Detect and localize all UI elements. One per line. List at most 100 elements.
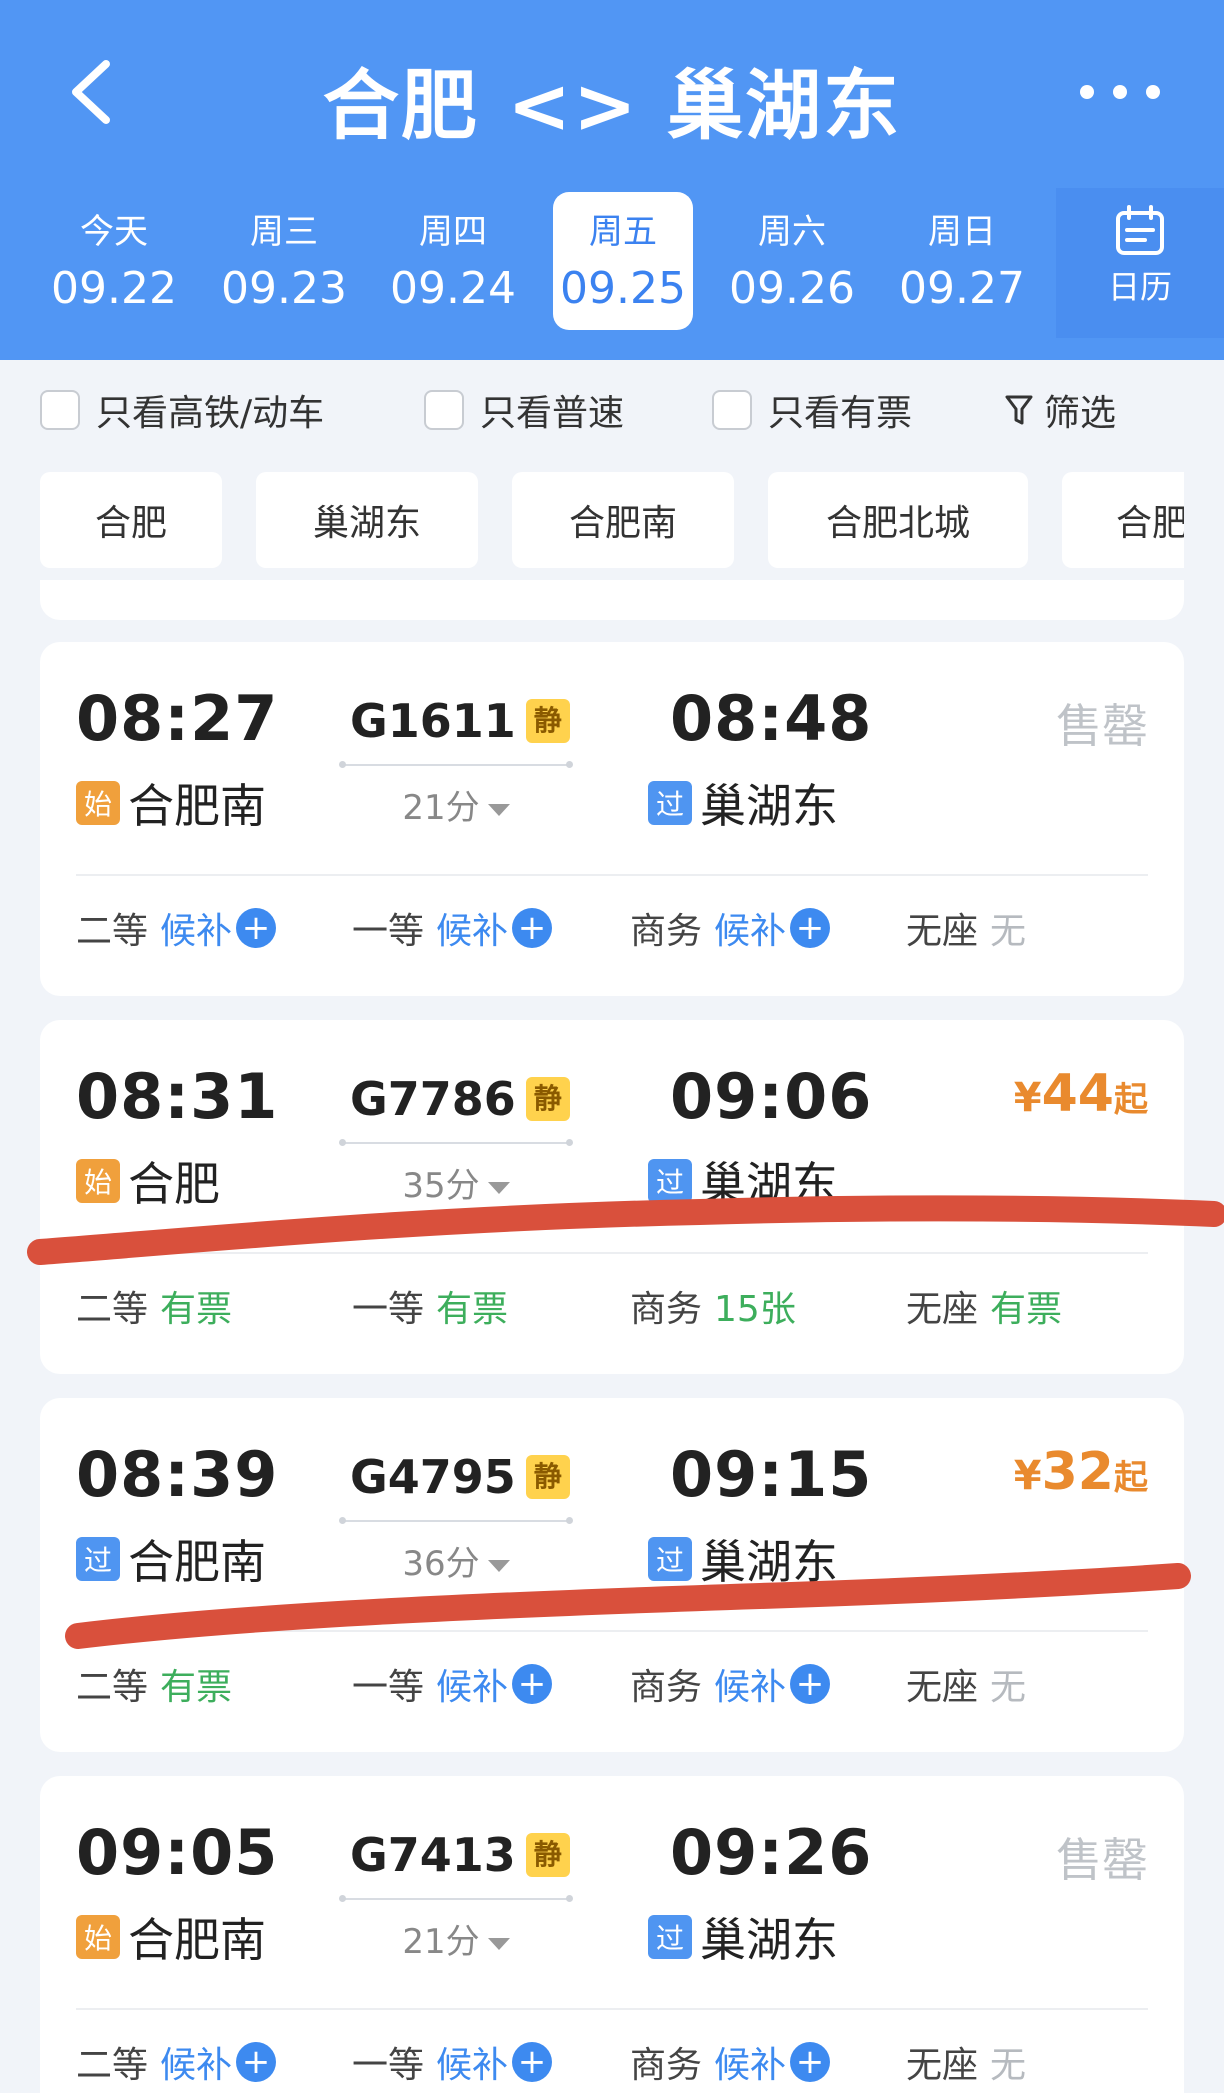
seat-class: 二等 [76, 1667, 149, 1708]
station-chip[interactable]: 合肥 [40, 472, 222, 568]
calendar-icon [1116, 205, 1164, 255]
from-station: 始 合肥南 [76, 770, 266, 836]
duration-toggle[interactable]: 21分 [342, 1914, 570, 1963]
train-card[interactable]: 08:31 G7786 静 09:06 35分 始 合肥 过 巢湖东 ¥44起 … [40, 1020, 1184, 1374]
seat-class: 商务 [630, 2045, 703, 2086]
caret-down-icon [487, 1181, 510, 1194]
train-card[interactable]: 08:39 G4795 静 09:15 36分 过 合肥南 过 巢湖东 ¥32起… [40, 1398, 1184, 1752]
seat-second-class: 二等 候补 + [76, 902, 277, 954]
available-only-checkbox[interactable]: 只看有票 [712, 388, 912, 434]
station-chip[interactable]: 巢湖东 [256, 472, 478, 568]
duration-toggle[interactable]: 36分 [342, 1536, 570, 1585]
checkbox-icon [40, 390, 80, 430]
date-tab[interactable]: 今天 09.22 [44, 192, 184, 330]
arrive-time: 09:06 [670, 1060, 873, 1133]
seat-class: 商务 [630, 911, 703, 952]
origin-badge: 始 [76, 1915, 120, 1959]
checkbox-label: 只看有票 [768, 393, 913, 434]
price-amount: 44 [1041, 1064, 1114, 1124]
date-tab[interactable]: 周日 09.27 [892, 192, 1032, 330]
sold-out-label: 售罄 [1056, 699, 1148, 753]
train-number: G7413 静 [350, 1828, 570, 1882]
seat-second-class: 二等 有票 [76, 1280, 232, 1332]
seat-status: 候补 [436, 911, 509, 952]
quiet-car-tag: 静 [525, 1833, 570, 1877]
divider [76, 2008, 1148, 2010]
price-label: ¥44起 [1014, 1064, 1148, 1124]
duration-toggle[interactable]: 21分 [342, 780, 570, 829]
date-value: 09.27 [899, 263, 1025, 314]
arrive-time: 09:26 [670, 1816, 873, 1889]
seat-business-class: 商务 15张 [630, 1280, 796, 1332]
to-station-name: 巢湖东 [700, 1535, 838, 1589]
route-line [339, 1517, 573, 1524]
train-number-text: G7786 [350, 1072, 516, 1126]
seat-status: 候补 [436, 1667, 509, 1708]
seat-status: 无 [990, 2045, 1027, 2086]
station-chip[interactable]: 合肥北城 [768, 472, 1028, 568]
depart-time: 09:05 [76, 1816, 279, 1889]
waitlist-add-button[interactable]: + [790, 1664, 831, 1704]
seat-status: 有票 [160, 1289, 233, 1330]
seat-business-class: 商务 候补 + [630, 2036, 831, 2088]
date-tab[interactable]: 周四 09.24 [383, 192, 523, 330]
duration-text: 21分 [402, 788, 480, 828]
train-card[interactable]: 09:05 G7413 静 09:26 21分 始 合肥南 过 巢湖东 售罄 二… [40, 1776, 1184, 2093]
to-station: 过 巢湖东 [648, 1148, 838, 1214]
seat-no-seat: 无座 无 [906, 2036, 1026, 2088]
from-station-name: 合肥南 [128, 779, 266, 833]
waitlist-add-button[interactable]: + [790, 2042, 831, 2082]
waitlist-add-button[interactable]: + [512, 908, 553, 948]
seat-status: 无 [990, 1667, 1027, 1708]
seat-status: 候补 [714, 2045, 787, 2086]
quiet-car-tag: 静 [525, 1455, 570, 1499]
price-currency: ¥ [1013, 1453, 1042, 1499]
quiet-car-tag: 静 [525, 699, 570, 743]
station-chip[interactable]: 合肥 [1062, 472, 1184, 568]
route-line [339, 1139, 573, 1146]
pass-badge: 过 [648, 781, 692, 825]
date-value: 09.23 [221, 263, 347, 314]
train-number-text: G1611 [350, 694, 516, 748]
checkbox-icon [712, 390, 752, 430]
high-speed-only-checkbox[interactable]: 只看高铁/动车 [40, 388, 324, 434]
waitlist-add-button[interactable]: + [512, 1664, 553, 1704]
station-chip[interactable]: 合肥南 [512, 472, 734, 568]
seat-class: 商务 [630, 1667, 703, 1708]
regular-only-checkbox[interactable]: 只看普速 [424, 388, 624, 434]
seat-first-class: 一等 候补 + [352, 902, 553, 954]
train-number-text: G7413 [350, 1828, 516, 1882]
to-station-name: 巢湖东 [700, 779, 838, 833]
checkbox-label: 只看高铁/动车 [96, 393, 325, 434]
seat-status: 有票 [990, 1289, 1063, 1330]
date-selector: 今天 09.22 周三 09.23 周四 09.24 周五 09.25 周六 0… [0, 188, 1224, 338]
waitlist-add-button[interactable]: + [236, 908, 277, 948]
train-card[interactable]: 08:27 G1611 静 08:48 21分 始 合肥南 过 巢湖东 售罄 二… [40, 642, 1184, 996]
waitlist-add-button[interactable]: + [236, 2042, 277, 2082]
seat-second-class: 二等 候补 + [76, 2036, 277, 2088]
duration-text: 35分 [402, 1166, 480, 1206]
calendar-label: 日历 [1107, 268, 1172, 306]
checkbox-label: 只看普速 [480, 393, 625, 434]
date-tab-selected[interactable]: 周五 09.25 [553, 192, 693, 330]
checkbox-icon [424, 390, 464, 430]
duration-toggle[interactable]: 35分 [342, 1158, 570, 1207]
more-button[interactable] [1080, 52, 1160, 132]
seat-status: 候补 [160, 911, 233, 952]
train-number: G7786 静 [350, 1072, 570, 1126]
depart-time: 08:39 [76, 1438, 279, 1511]
origin-badge: 始 [76, 781, 120, 825]
waitlist-add-button[interactable]: + [512, 2042, 553, 2082]
date-weekday: 周三 [250, 212, 318, 252]
date-tab[interactable]: 周三 09.23 [214, 192, 354, 330]
caret-down-icon [487, 1937, 510, 1950]
date-tab[interactable]: 周六 09.26 [722, 192, 862, 330]
filter-button[interactable]: 筛选 [1004, 388, 1116, 434]
seat-second-class: 二等 有票 [76, 1658, 232, 1710]
seat-status: 有票 [160, 1667, 233, 1708]
pass-badge: 过 [648, 1537, 692, 1581]
arrive-time: 08:48 [670, 682, 873, 755]
filter-icon [1005, 395, 1033, 425]
calendar-button[interactable]: 日历 [1056, 188, 1224, 338]
waitlist-add-button[interactable]: + [790, 908, 831, 948]
